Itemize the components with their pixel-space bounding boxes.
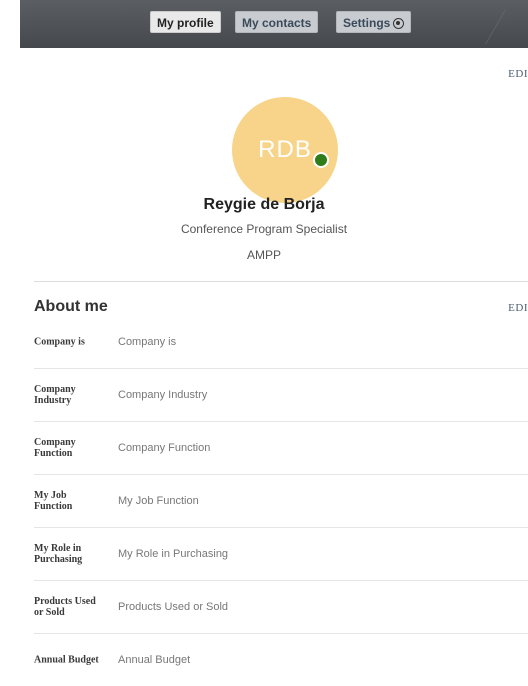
field-value: Company Industry [118,389,208,401]
field-row-company: Company is Company is [34,316,528,369]
field-row-role-in-purchasing: My Role in Purchasing My Role in Purchas… [34,528,528,581]
field-row-annual-budget: Annual Budget Annual Budget [34,634,528,686]
profile-edit-link[interactable]: EDI [508,68,528,80]
field-value: Company Function [118,442,211,454]
section-divider [34,281,528,282]
field-label: My Role in Purchasing [34,543,83,565]
field-label: Company Function [34,437,76,459]
field-value: Annual Budget [118,654,191,666]
field-label: Products Used or Sold [34,596,96,618]
field-value: My Role in Purchasing [118,548,229,560]
decorative-stripe [485,10,528,44]
field-value: Products Used or Sold [118,601,229,613]
top-navigation-bar: My profile My contacts Settings [20,0,528,48]
settings-tab[interactable]: Settings [336,11,412,33]
profile-organization: AMPP [246,248,281,262]
settings-label: Settings [343,16,391,30]
about-me-heading: About me [34,298,108,315]
avatar: RDB [232,97,338,203]
profile-title: Conference Program Specialist [180,222,348,236]
my-profile-tab[interactable]: My profile [150,11,221,33]
field-row-company-industry: Company Industry Company Industry [34,369,528,422]
about-edit-link[interactable]: EDI [508,302,528,314]
field-value: Company is [118,336,177,348]
field-row-company-function: Company Function Company Function [34,422,528,475]
my-contacts-tab[interactable]: My contacts [235,11,319,33]
field-row-job-function: My Job Function My Job Function [34,475,528,528]
field-value: My Job Function [118,495,199,507]
gear-icon [393,18,405,29]
profile-name: Reygie de Borja [203,196,325,213]
field-row-products: Products Used or Sold Products Used or S… [34,581,528,634]
online-status-icon [313,152,329,168]
field-label: My Job Function [34,490,73,512]
field-label: Annual Budget [34,654,99,666]
field-label: Company is [34,336,85,348]
field-label: Company Industry [34,384,76,406]
